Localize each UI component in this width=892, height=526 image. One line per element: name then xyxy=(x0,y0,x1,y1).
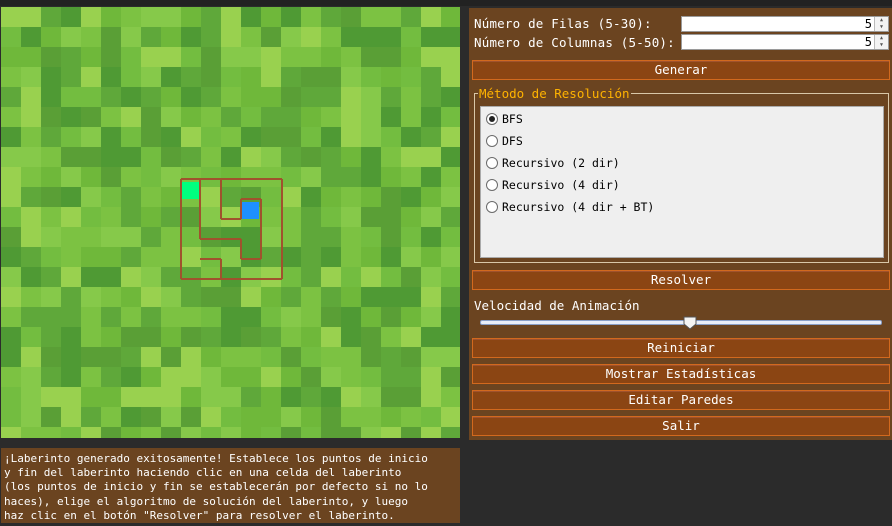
rows-up-icon[interactable]: ▲ xyxy=(875,17,888,24)
columns-up-icon[interactable]: ▲ xyxy=(875,35,888,42)
speed-slider-track[interactable] xyxy=(480,320,882,325)
radio-selected-icon[interactable] xyxy=(486,113,498,125)
maze-canvas[interactable] xyxy=(1,7,460,438)
columns-value: 5 xyxy=(864,35,872,49)
radio-icon[interactable] xyxy=(486,179,498,191)
radio-label: Recursivo (4 dir) xyxy=(502,178,620,192)
columns-down-icon[interactable]: ▼ xyxy=(875,42,888,49)
control-panel: Número de Filas (5-30): 5 ▲ ▼ Número de … xyxy=(469,8,892,440)
start-cell[interactable] xyxy=(182,182,199,199)
radio-recursivo-4[interactable]: Recursivo (4 dir) xyxy=(486,176,620,194)
status-message: ¡Laberinto generado exitosamente! Establ… xyxy=(1,448,460,523)
radio-dfs[interactable]: DFS xyxy=(486,132,523,150)
exit-button[interactable]: Salir xyxy=(472,416,890,436)
radio-bfs[interactable]: BFS xyxy=(486,110,523,128)
maze[interactable] xyxy=(1,7,460,438)
columns-spinbox[interactable]: 5 ▲ ▼ xyxy=(681,34,889,50)
generate-button[interactable]: Generar xyxy=(472,60,890,80)
radio-label: BFS xyxy=(502,112,523,126)
reset-button[interactable]: Reiniciar xyxy=(472,338,890,358)
end-cell[interactable] xyxy=(242,202,259,219)
radio-recursivo-4-bt[interactable]: Recursivo (4 dir + BT) xyxy=(486,198,654,216)
edit-walls-button[interactable]: Editar Paredes xyxy=(472,390,890,410)
speed-slider-thumb[interactable] xyxy=(683,316,697,330)
speed-label: Velocidad de Animación xyxy=(474,298,640,313)
columns-label: Número de Columnas (5-50): xyxy=(474,35,675,50)
top-bar xyxy=(0,0,892,6)
radio-recursivo-2[interactable]: Recursivo (2 dir) xyxy=(486,154,620,172)
method-list: BFS DFS Recursivo (2 dir) Recursivo (4 d… xyxy=(480,106,884,258)
rows-down-icon[interactable]: ▼ xyxy=(875,24,888,31)
radio-label: Recursivo (4 dir + BT) xyxy=(502,200,655,214)
columns-stepper[interactable]: ▲ ▼ xyxy=(874,35,888,49)
solve-button[interactable]: Resolver xyxy=(472,270,890,290)
radio-icon[interactable] xyxy=(486,135,498,147)
stats-button[interactable]: Mostrar Estadísticas xyxy=(472,364,890,384)
radio-label: Recursivo (2 dir) xyxy=(502,156,620,170)
radio-icon[interactable] xyxy=(486,157,498,169)
rows-stepper[interactable]: ▲ ▼ xyxy=(874,17,888,31)
rows-spinbox[interactable]: 5 ▲ ▼ xyxy=(681,16,889,32)
radio-label: DFS xyxy=(502,134,523,148)
rows-label: Número de Filas (5-30): xyxy=(474,16,652,31)
radio-icon[interactable] xyxy=(486,201,498,213)
method-title: Método de Resolución xyxy=(478,86,631,101)
method-group: Método de Resolución BFS DFS Recursivo (… xyxy=(474,86,889,263)
rows-value: 5 xyxy=(864,17,872,31)
